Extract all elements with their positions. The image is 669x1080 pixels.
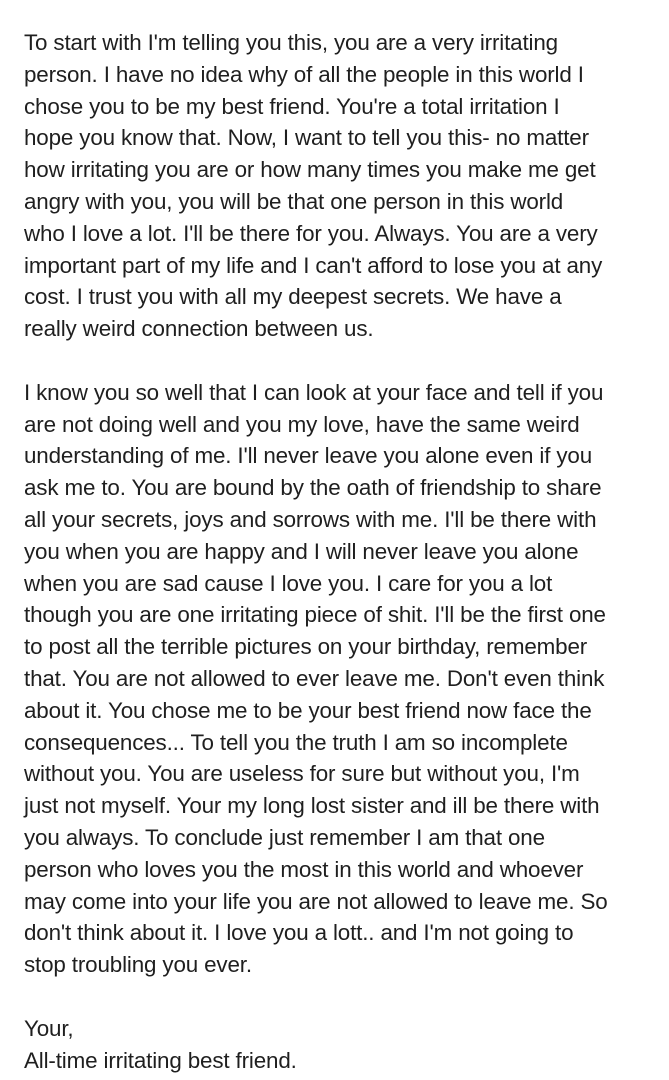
text-line: angry with you, you will be that one per… bbox=[24, 188, 564, 214]
paragraph-2: I know you so well that I can look at yo… bbox=[24, 377, 669, 981]
text-line: chose you to be my best friend. You're a… bbox=[24, 93, 560, 119]
text-line: person. I have no idea why of all the pe… bbox=[24, 61, 584, 87]
text-line: understanding of me. I'll never leave yo… bbox=[24, 443, 592, 469]
text-line: hope you know that. Now, I want to tell … bbox=[24, 125, 589, 151]
text-line: cost. I trust you with all my deepest se… bbox=[24, 284, 562, 310]
text-line: when you are sad cause I love you. I car… bbox=[24, 570, 553, 596]
text-line: really weird connection between us. bbox=[24, 316, 374, 342]
post-text: To start with I'm telling you this, you … bbox=[24, 27, 669, 1076]
text-line: that. You are not allowed to ever leave … bbox=[24, 665, 605, 691]
text-line: may come into your life you are not allo… bbox=[24, 888, 608, 914]
text-line: you always. To conclude just remember I … bbox=[24, 824, 545, 850]
text-line: about it. You chose me to be your best f… bbox=[24, 697, 592, 723]
text-line: I know you so well that I can look at yo… bbox=[24, 379, 604, 405]
closing-text: Your, bbox=[24, 1015, 74, 1041]
text-line: just not myself. Your my long lost siste… bbox=[24, 793, 600, 819]
text-line: though you are one irritating piece of s… bbox=[24, 602, 606, 628]
text-line: stop troubling you ever. bbox=[24, 952, 252, 978]
text-line: how irritating you are or how many times… bbox=[24, 157, 596, 183]
text-line: don't think about it. I love you a lott.… bbox=[24, 920, 574, 946]
text-line: important part of my life and I can't af… bbox=[24, 252, 603, 278]
post-page: To start with I'm telling you this, you … bbox=[0, 0, 669, 1080]
text-line: person who loves you the most in this wo… bbox=[24, 856, 584, 882]
signature-text: All-time irritating best friend. bbox=[24, 1047, 297, 1073]
sign-off: Your, All-time irritating best friend. bbox=[24, 1013, 669, 1077]
text-line: without you. You are useless for sure bu… bbox=[24, 761, 580, 787]
text-line: to post all the terrible pictures on you… bbox=[24, 634, 588, 660]
text-line: who I love a lot. I'll be there for you.… bbox=[24, 220, 598, 246]
text-line: To start with I'm telling you this, you … bbox=[24, 30, 558, 55]
paragraph-1: To start with I'm telling you this, you … bbox=[24, 27, 669, 345]
text-line: ask me to. You are bound by the oath of … bbox=[24, 475, 602, 501]
text-line: you when you are happy and I will never … bbox=[24, 538, 579, 564]
text-line: consequences... To tell you the truth I … bbox=[24, 729, 568, 755]
text-line: are not doing well and you my love, have… bbox=[24, 411, 580, 437]
text-line: all your secrets, joys and sorrows with … bbox=[24, 506, 597, 532]
